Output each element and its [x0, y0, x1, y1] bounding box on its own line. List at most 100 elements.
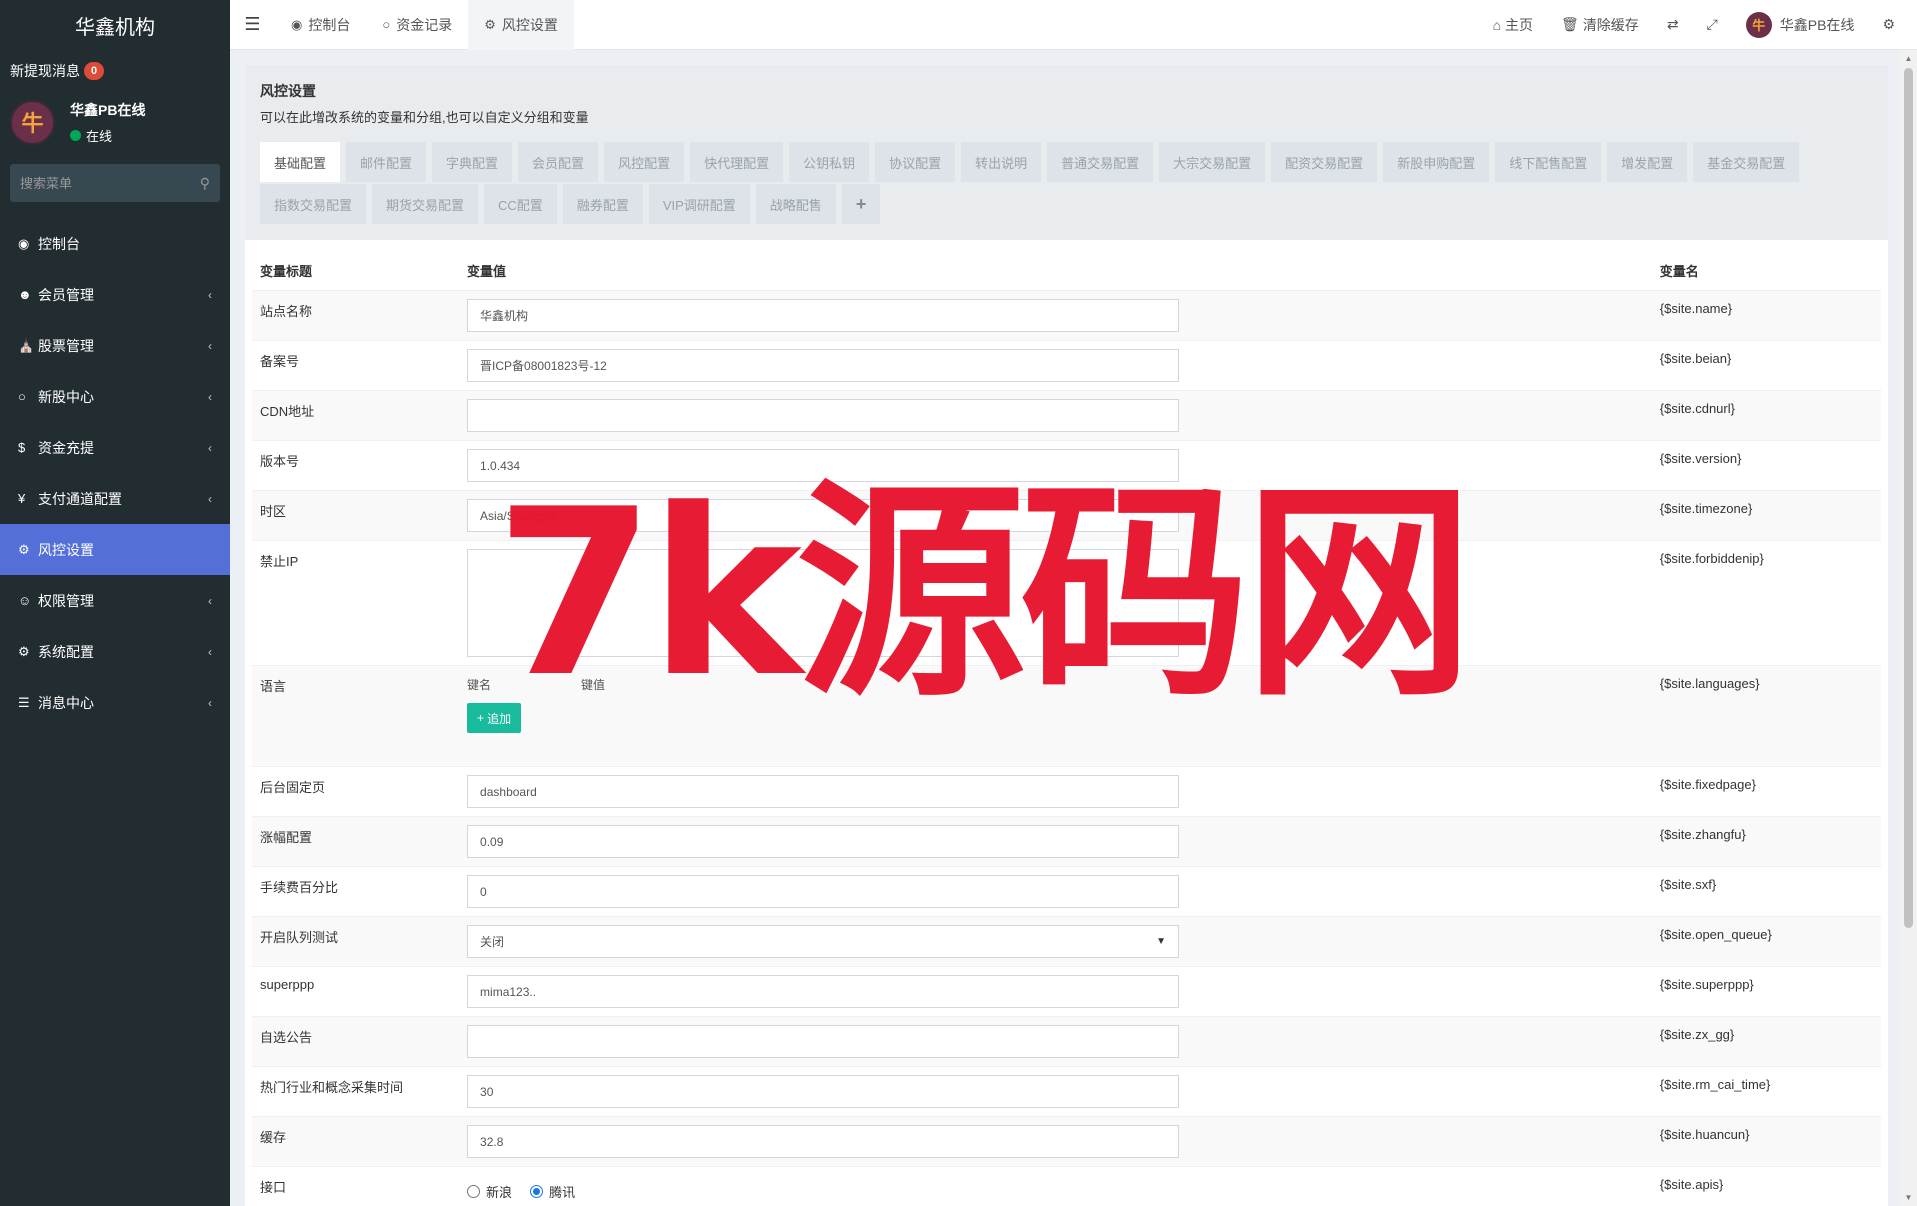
user-name: 华鑫PB在线 [70, 101, 146, 118]
tab-withdraw-note[interactable]: 转出说明 [961, 142, 1042, 182]
tab-dict-config[interactable]: 字典配置 [432, 142, 513, 182]
user-status: 在线 [70, 126, 145, 145]
tab-agreement-config[interactable]: 协议配置 [875, 142, 956, 182]
dollar-icon: $ [18, 440, 26, 455]
tab-keys-config[interactable]: 公钥私钥 [789, 142, 870, 182]
gear-icon: ⚙ [484, 16, 496, 32]
settings-cogs-icon[interactable]: ⚙ [1868, 16, 1917, 33]
panel-heading: 风控设置 可以在此增改系统的变量和分组,也可以自定义分组和变量 基础配置 邮件配… [245, 65, 1888, 240]
sidebar-item-stocks[interactable]: ⛪ 股票管理 ‹ [0, 320, 230, 371]
watermark: 7k源码网 [495, 461, 1474, 728]
tab-strategic-placement[interactable]: 战略配售 [755, 184, 836, 224]
home-link[interactable]: ⌂ 主页 [1479, 15, 1547, 35]
cog-icon: ⚙ [18, 643, 30, 659]
tab-dashboard[interactable]: ◉ 控制台 [275, 0, 366, 50]
superppp-input[interactable]: mima123.. [467, 975, 1180, 1008]
tab-index-trade[interactable]: 指数交易配置 [260, 184, 367, 224]
sidebar-item-dashboard[interactable]: ◉ 控制台 [0, 218, 230, 269]
search-icon[interactable]: ⚲ [200, 175, 210, 192]
translate-icon[interactable]: ⇄ [1653, 16, 1693, 33]
user-menu[interactable]: 牛华鑫PB在线 [1732, 11, 1869, 38]
scrollbar-thumb[interactable] [1904, 68, 1913, 928]
cache-input[interactable]: 32.8 [467, 1125, 1180, 1158]
circle-icon: ○ [18, 389, 26, 404]
collect-time-input[interactable]: 30 [467, 1075, 1180, 1108]
chevron-left-icon: ‹ [208, 695, 212, 710]
top-navbar: ☰ ◉ 控制台 ○ 资金记录 ⚙ 风控设置 ⌂ 主页 🗑 清除缓存 ⇄ ⤢ 牛华鑫PB在线… [230, 0, 1917, 50]
tab-block-trade[interactable]: 大宗交易配置 [1159, 142, 1266, 182]
table-row: CDN地址 {$site.cdnurl} [252, 390, 1881, 440]
scroll-up-icon[interactable]: ▲ [1904, 54, 1913, 63]
sidebar-item-messages[interactable]: ☰ 消息中心 ‹ [0, 677, 230, 728]
fullscreen-icon[interactable]: ⤢ [1693, 16, 1732, 33]
user-panel: 牛 华鑫PB在线 在线 [0, 92, 230, 152]
circle-icon: ○ [382, 17, 391, 32]
site-name-input[interactable]: 华鑫机构 [467, 299, 1180, 332]
cdn-url-input[interactable] [467, 399, 1180, 432]
scroll-down-icon[interactable]: ▼ [1904, 1193, 1913, 1202]
config-tabs: 基础配置 邮件配置 字典配置 会员配置 风控配置 快代理配置 公钥私钥 协议配置… [260, 142, 1873, 226]
menu-search-input[interactable] [20, 175, 200, 191]
tab-futures-trade[interactable]: 期货交易配置 [372, 184, 479, 224]
sidebar-item-system[interactable]: ⚙ 系统配置 ‹ [0, 626, 230, 677]
table-row: 接口 新浪 腾讯 {$site.apis} [252, 1166, 1881, 1206]
page-scrollbar[interactable]: ▲ ▼ [1900, 50, 1917, 1206]
panel-title: 风控设置 [260, 83, 316, 99]
table-row: 开启队列测试 关闭 ▼ {$site.open_queue} [252, 916, 1881, 966]
radio-sina[interactable]: 新浪 [467, 1182, 512, 1201]
fee-percent-input[interactable]: 0 [467, 875, 1180, 908]
tab-member-config[interactable]: 会员配置 [518, 142, 599, 182]
tab-margin-trade[interactable]: 配资交易配置 [1271, 142, 1378, 182]
queue-test-select[interactable]: 关闭 ▼ [467, 925, 1180, 958]
sidebar-item-funds[interactable]: $ 资金充提 ‹ [0, 422, 230, 473]
tab-fund-trade[interactable]: 基金交易配置 [1693, 142, 1800, 182]
yen-icon: ¥ [18, 491, 26, 506]
table-row: 热门行业和概念采集时间 30 {$site.rm_cai_time} [252, 1066, 1881, 1116]
sidebar-menu: ◉ 控制台 ☻ 会员管理 ‹ ⛪ 股票管理 ‹ ○ 新股中心 ‹ $ 资金充提 ‹ ¥ 支付通道配置… [0, 218, 230, 728]
table-row: 涨幅配置 0.09 {$site.zhangfu} [252, 816, 1881, 866]
trash-icon: 🗑 [1561, 16, 1579, 32]
chevron-left-icon: ‹ [208, 338, 212, 353]
tab-offline-placement[interactable]: 线下配售配置 [1495, 142, 1602, 182]
table-row: 后台固定页 dashboard {$site.fixedpage} [252, 766, 1881, 816]
withdraw-notice[interactable]: 新提现消息 0 [0, 50, 230, 92]
tab-fund-records[interactable]: ○ 资金记录 [366, 0, 468, 50]
zhangfu-input[interactable]: 0.09 [467, 825, 1180, 858]
sidebar-toggle-icon[interactable]: ☰ [230, 0, 275, 50]
tab-ipo-subscribe[interactable]: 新股申购配置 [1383, 142, 1490, 182]
tab-additional-issue[interactable]: 增发配置 [1607, 142, 1688, 182]
tab-risk-settings[interactable]: ⚙ 风控设置 [468, 0, 574, 50]
radio-tencent[interactable]: 腾讯 [530, 1182, 575, 1201]
tab-basic-config[interactable]: 基础配置 [260, 142, 341, 182]
add-tab-plus-icon[interactable]: + [841, 184, 881, 224]
bank-icon: ⛪ [18, 337, 35, 353]
sidebar-item-members[interactable]: ☻ 会员管理 ‹ [0, 269, 230, 320]
table-row: superppp mima123.. {$site.superppp} [252, 966, 1881, 1016]
online-dot-icon [70, 129, 81, 141]
tab-short-config[interactable]: 融券配置 [562, 184, 643, 224]
tab-proxy-config[interactable]: 快代理配置 [690, 142, 784, 182]
tab-normal-trade[interactable]: 普通交易配置 [1047, 142, 1154, 182]
table-row: 缓存 32.8 {$site.huancun} [252, 1116, 1881, 1166]
plus-icon: + [477, 711, 485, 725]
sidebar: 华鑫机构 新提现消息 0 牛 华鑫PB在线 在线 ⚲ ◉控制台 ☻会员管理‹ ⛪… [0, 0, 230, 1206]
sidebar-item-ipo[interactable]: ○ 新股中心 ‹ [0, 371, 230, 422]
sidebar-item-auth[interactable]: ☺ 权限管理 ‹ [0, 575, 230, 626]
tab-risk-config[interactable]: 风控配置 [604, 142, 685, 182]
table-row: 自选公告 {$site.zx_gg} [252, 1016, 1881, 1066]
clear-cache-button[interactable]: 🗑 清除缓存 [1547, 15, 1653, 35]
group-icon: ☺ [18, 593, 32, 608]
beian-input[interactable]: 晋ICP备08001823号-12 [467, 349, 1180, 382]
tab-vip-research[interactable]: VIP调研配置 [648, 184, 750, 224]
brand-logo[interactable]: 华鑫机构 [0, 0, 230, 50]
announcement-input[interactable] [467, 1025, 1180, 1058]
tab-cc-config[interactable]: CC配置 [484, 184, 557, 224]
user-circle-icon: ☻ [18, 287, 32, 302]
chevron-left-icon: ‹ [208, 491, 212, 506]
list-icon: ☰ [18, 694, 30, 710]
sidebar-item-risk[interactable]: ⚙ 风控设置 [0, 524, 230, 575]
chevron-left-icon: ‹ [208, 389, 212, 404]
fixed-page-input[interactable]: dashboard [467, 775, 1180, 808]
tab-mail-config[interactable]: 邮件配置 [346, 142, 427, 182]
sidebar-item-payment[interactable]: ¥ 支付通道配置 ‹ [0, 473, 230, 524]
